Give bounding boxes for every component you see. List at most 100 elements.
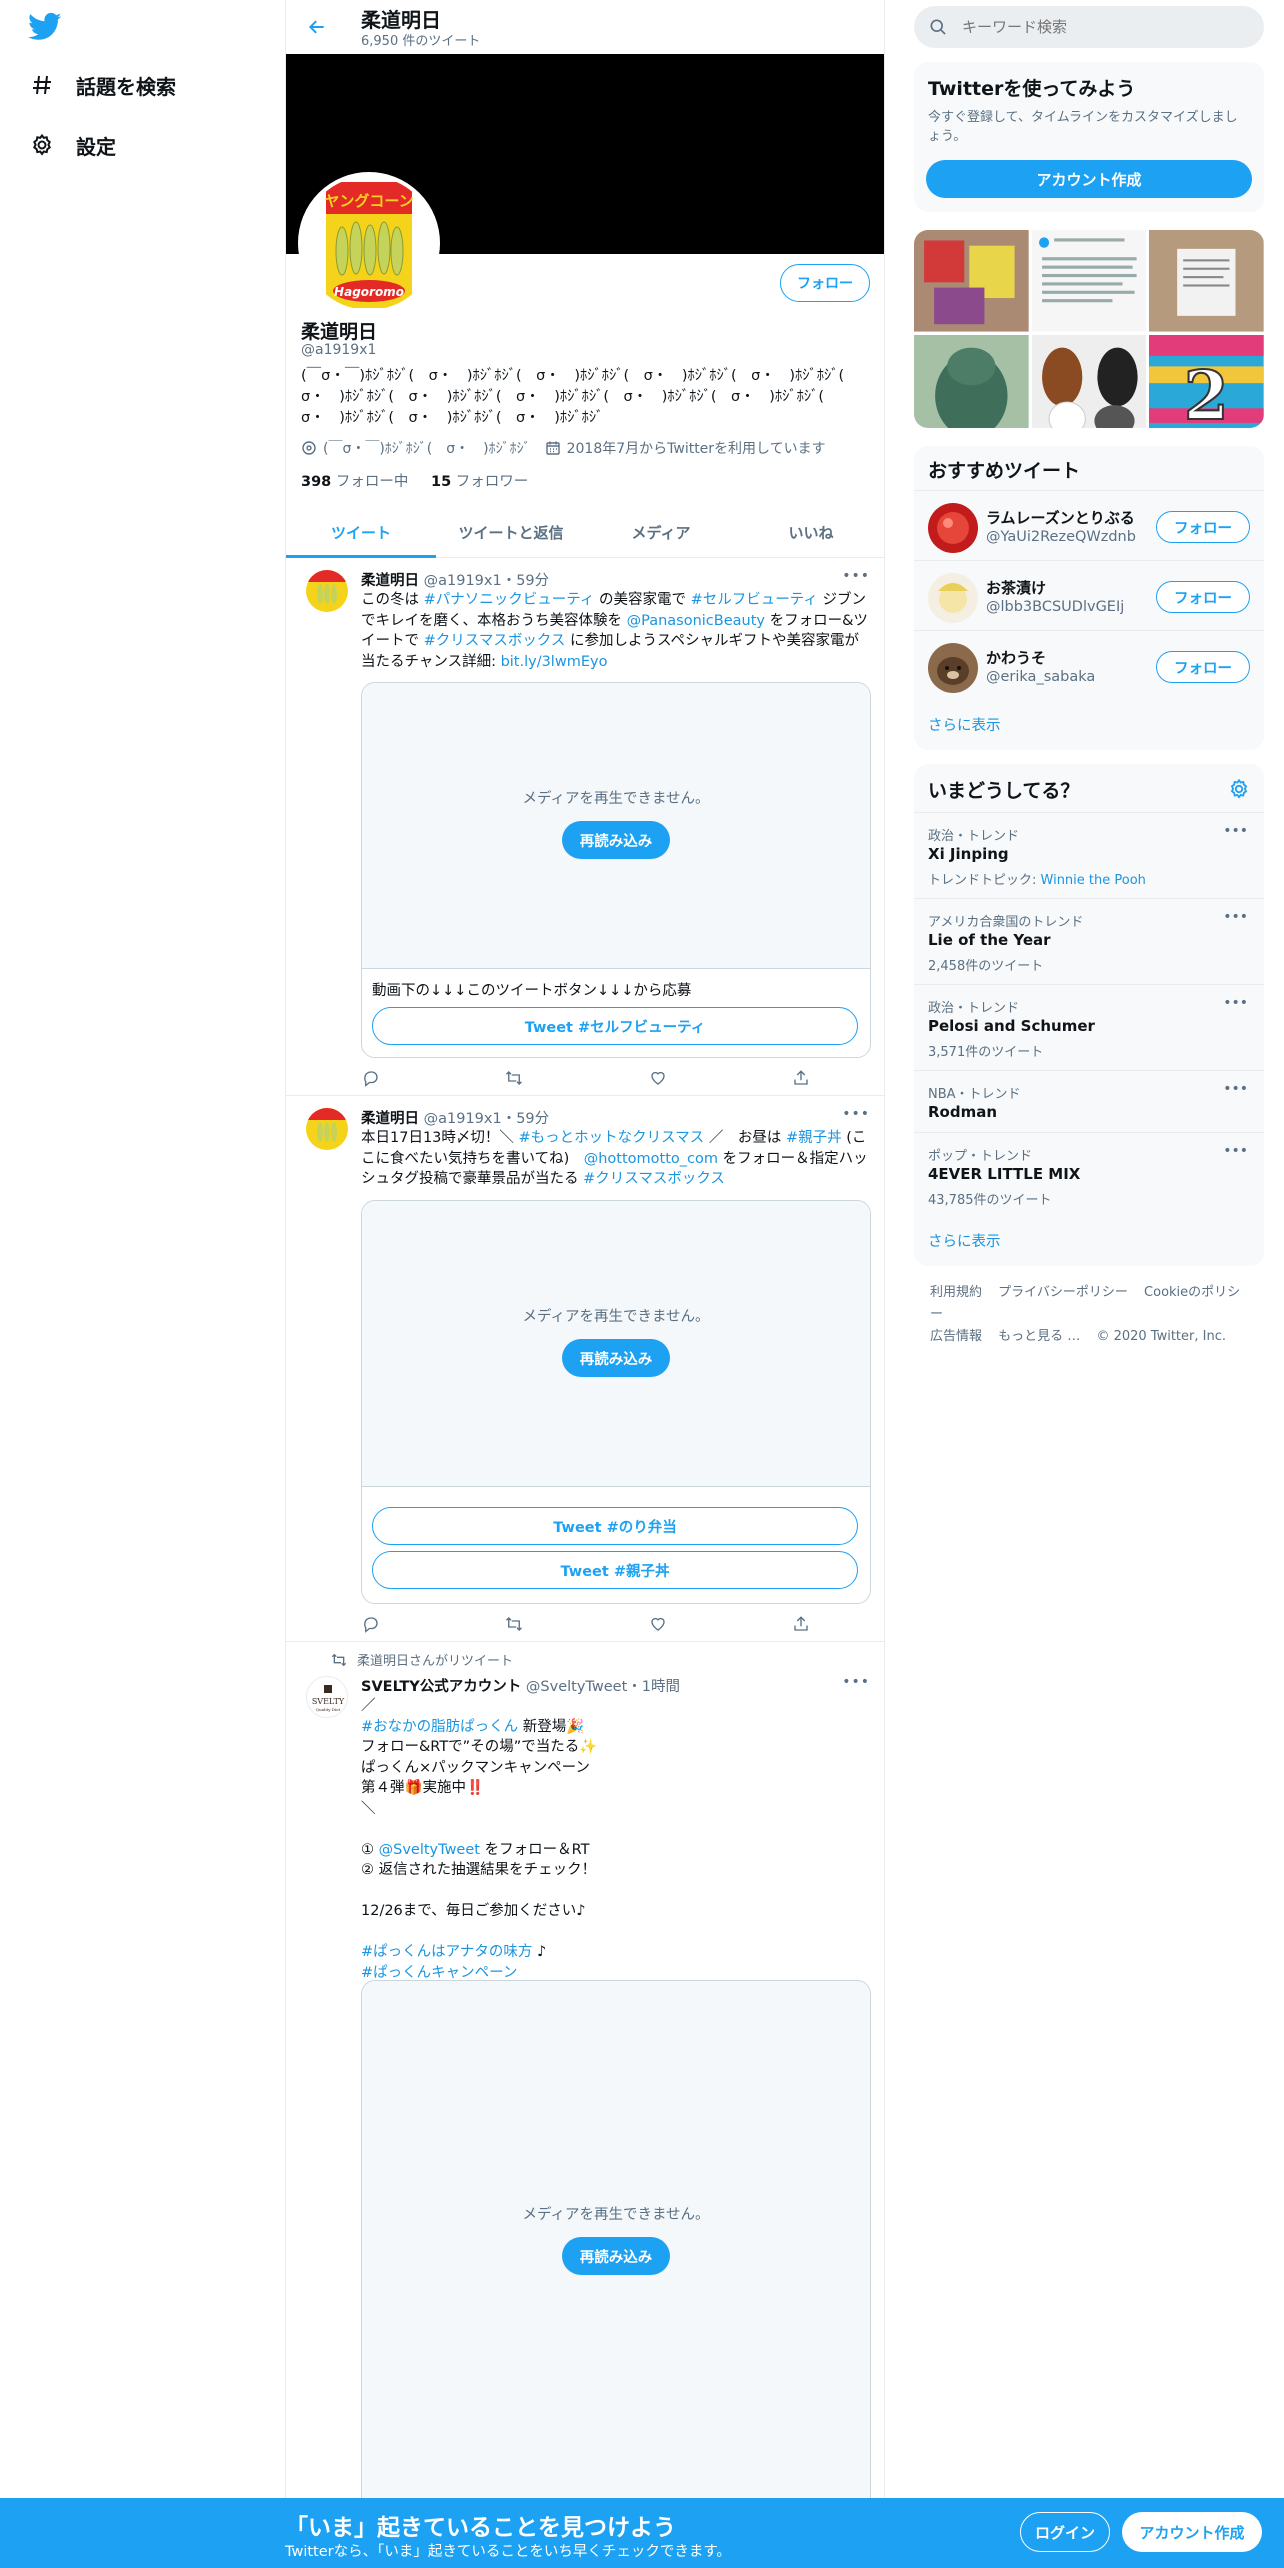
card-tweet-button[interactable]: Tweet #セルフビューティ [372,1007,858,1045]
profile-follow-button[interactable]: フォロー [780,264,870,302]
following-count[interactable]: 398 [301,474,331,490]
footer-terms-link[interactable]: 利用規約 [930,1285,982,1300]
following-label[interactable]: フォロー中 [336,474,409,490]
avatar[interactable] [928,573,978,623]
avatar[interactable] [928,503,978,553]
more-icon[interactable]: ••• [1223,909,1248,925]
hashtag-link[interactable]: #ぱっくんキャンペーン [361,1965,517,1981]
recommended-name[interactable]: かわうそ [986,647,1046,668]
hashtag-link[interactable]: #クリスマスボックス [424,633,566,649]
more-icon[interactable]: ••• [1223,1081,1248,1097]
gear-icon[interactable] [1228,778,1250,800]
nav-explore[interactable]: 話題を検索 [28,61,176,109]
tab-tweets[interactable]: ツイート [286,508,436,558]
retweet-icon[interactable] [504,1614,524,1634]
reload-button[interactable]: 再読み込み [562,2237,670,2275]
nav-settings[interactable]: 設定 [28,121,116,169]
footer-more-link[interactable]: もっと見る … [998,1329,1080,1344]
recommended-user[interactable]: ラムレーズンとりぶる @YaUi2RezeQWzdnb フォロー [914,490,1264,560]
tweet-meta[interactable]: @a1919x1・59分 [424,1111,550,1127]
tweet-author[interactable]: 柔道明日 [361,1111,419,1127]
recommended-name[interactable]: お茶漬け [986,577,1046,598]
like-heart-icon[interactable] [648,1614,668,1634]
tweet[interactable]: 柔道明日 @a1919x1・59分 ••• この冬は #パナソニックビューティ … [286,558,884,1096]
more-icon[interactable]: ••• [842,1674,870,1690]
trend-item[interactable]: 政治・トレンド Xi Jinping トレンドトピック: Winnie the … [914,812,1264,898]
recommended-name[interactable]: ラムレーズンとりぶる [986,507,1135,528]
media-thumbnail[interactable] [914,230,1029,332]
followers-label[interactable]: フォロワー [456,474,529,490]
tweet[interactable]: 柔道明日 @a1919x1・59分 ••• 本日17日13時〆切！＼ #もっとホ… [286,1096,884,1642]
tweet-author[interactable]: SVELTY公式アカウント [361,1679,521,1695]
twitter-bird-icon[interactable] [28,12,62,42]
card-tweet-button[interactable]: Tweet #親子丼 [372,1551,858,1589]
media-thumbnail[interactable] [1149,230,1264,332]
hashtag-link[interactable]: #もっとホットなクリスマス [519,1130,705,1146]
create-account-button[interactable]: アカウント作成 [926,160,1252,198]
tweet-meta[interactable]: @a1919x1・59分 [424,573,550,589]
reload-button[interactable]: 再読み込み [562,1339,670,1377]
reload-button[interactable]: 再読み込み [562,821,670,859]
hashtag-link[interactable]: #親子丼 [786,1130,842,1146]
search-input[interactable] [962,18,1242,36]
mention-link[interactable]: @hottomotto_com [584,1151,718,1167]
recommended-user[interactable]: かわうそ @erika_sabaka フォロー [914,630,1264,700]
url-link[interactable]: bit.ly/3lwmEyo [501,654,608,670]
show-more-link[interactable]: さらに表示 [928,1230,1001,1251]
share-icon[interactable] [791,1068,811,1088]
tweet-meta[interactable]: @SveltyTweet・1時間 [526,1679,680,1695]
more-icon[interactable]: ••• [1223,823,1248,839]
follow-button[interactable]: フォロー [1156,511,1250,543]
more-icon[interactable]: ••• [1223,1143,1248,1159]
media-thumbnail[interactable]: 2 [1149,334,1264,428]
media-thumbnail[interactable] [1031,230,1147,332]
follow-button[interactable]: フォロー [1156,651,1250,683]
tweet[interactable]: 柔道明日さんがリツイート SVELTY Quality Diet SVELTY公式… [286,1642,884,2568]
tab-likes[interactable]: いいね [736,508,884,557]
trend-item[interactable]: NBA・トレンド Rodman ••• [914,1070,1264,1132]
trend-item[interactable]: ポップ・トレンド 4EVER LITTLE MIX 43,785件のツイート •… [914,1132,1264,1218]
back-arrow-icon[interactable] [302,12,332,42]
media-thumbnail[interactable] [914,334,1029,428]
mention-link[interactable]: @SveltyTweet [379,1842,480,1858]
card-tweet-button[interactable]: Tweet #のり弁当 [372,1507,858,1545]
reply-icon[interactable] [361,1068,381,1088]
hashtag-link[interactable]: #ぱっくんはアナタの味方 [361,1944,532,1960]
retweet-icon[interactable] [504,1068,524,1088]
search-bar[interactable] [914,6,1264,48]
tweet-avatar[interactable] [306,1108,348,1150]
tweet-avatar[interactable] [306,570,348,612]
more-icon[interactable]: ••• [842,1106,870,1122]
hashtag-link[interactable]: #クリスマスボックス [583,1171,725,1187]
tab-tweets-and-replies[interactable]: ツイートと返信 [436,508,586,557]
footer-ads-link[interactable]: 広告情報 [930,1329,982,1344]
retweeted-by[interactable]: 柔道明日さんがリツイート [357,1650,513,1669]
hashtag-link[interactable]: #セルフビューティ [691,592,818,608]
share-icon[interactable] [791,1614,811,1634]
tab-media[interactable]: メディア [586,508,736,557]
signup-button[interactable]: アカウント作成 [1122,2512,1262,2552]
more-icon[interactable]: ••• [1223,995,1248,1011]
login-button[interactable]: ログイン [1020,2512,1110,2552]
tweet-avatar[interactable]: SVELTY Quality Diet [306,1676,348,1718]
trend-item[interactable]: 政治・トレンド Pelosi and Schumer 3,571件のツイート •… [914,984,1264,1070]
right-sidebar: Twitterを使ってみよう 今すぐ登録して、タイムラインをカスタマイズしましょ… [914,0,1264,2568]
like-heart-icon[interactable] [648,1068,668,1088]
tweet-author[interactable]: 柔道明日 [361,573,419,589]
show-more-link[interactable]: さらに表示 [928,714,1001,735]
follow-button[interactable]: フォロー [1156,581,1250,613]
avatar[interactable] [928,643,978,693]
trend-item[interactable]: アメリカ合衆国のトレンド Lie of the Year 2,458件のツイート… [914,898,1264,984]
profile-avatar[interactable]: ヤングコーン Hagoromo [298,172,440,314]
hashtag-link[interactable]: #おなかの脂肪ぱっくん [361,1719,518,1735]
media-error-text: メディアを再生できません。 [522,1309,710,1325]
followers-count[interactable]: 15 [431,474,451,490]
mention-link[interactable]: @PanasonicBeauty [627,613,765,629]
media-thumbnail[interactable] [1031,334,1147,428]
more-icon[interactable]: ••• [842,568,870,584]
recommended-user[interactable]: お茶漬け @lbb3BCSUDlvGEIj フォロー [914,560,1264,630]
footer-privacy-link[interactable]: プライバシーポリシー [998,1285,1128,1300]
reply-icon[interactable] [361,1614,381,1634]
hashtag-link[interactable]: #パナソニックビューティ [424,592,595,608]
trend-topic-link[interactable]: Winnie the Pooh [1041,873,1146,888]
